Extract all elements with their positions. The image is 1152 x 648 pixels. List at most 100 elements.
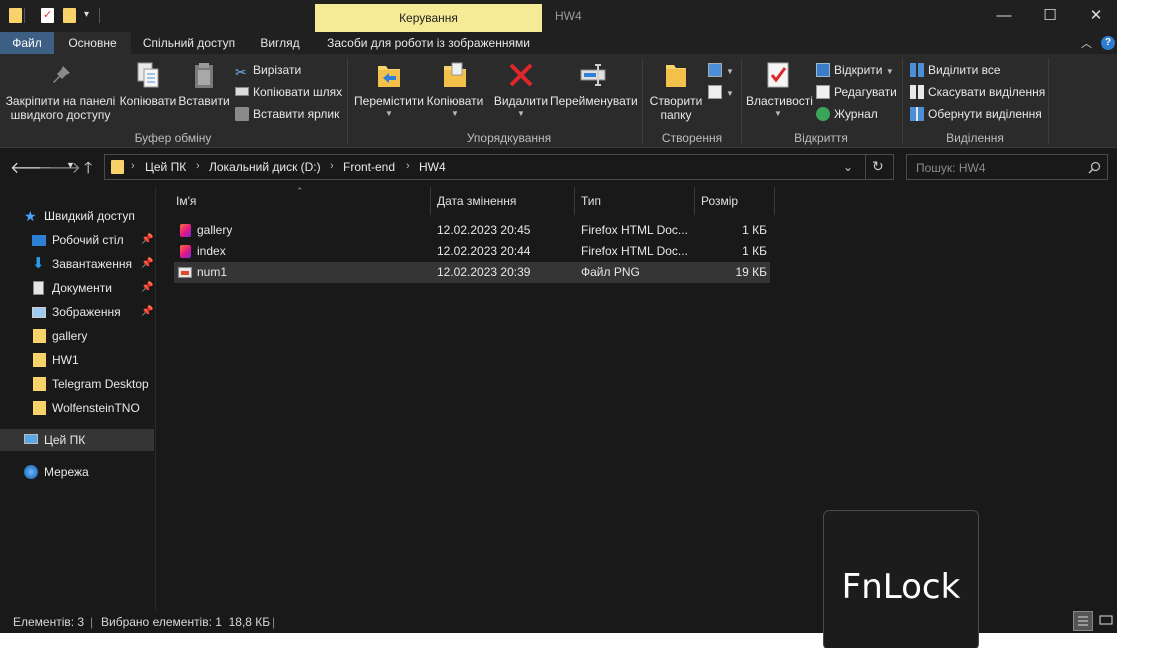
tab-file[interactable]: Файл [0, 32, 54, 54]
column-header-type[interactable]: Тип [575, 187, 695, 215]
select-all-label: Виділити все [928, 63, 1001, 77]
copy-button[interactable]: Копіювати [118, 60, 178, 108]
new-folder-button[interactable]: Створити папку [646, 60, 706, 122]
search-input[interactable]: Пошук: HW4 [906, 154, 1108, 180]
computer-icon [24, 434, 38, 444]
nav-label: Цей ПК [44, 433, 86, 447]
navigation-pane: ★ Швидкий доступ Робочий стіл 📌 ⬇ Завант… [0, 187, 156, 610]
nav-item-hw1[interactable]: HW1 [0, 349, 154, 371]
properties-icon[interactable]: ✓ [41, 8, 54, 23]
network-icon [24, 465, 38, 479]
open-button[interactable]: Відкрити ▼ [816, 63, 894, 77]
recent-locations-button[interactable]: ▼ [66, 160, 75, 170]
table-row[interactable]: index 12.02.2023 20:44 Firefox HTML Doc.… [174, 241, 770, 262]
nav-item-telegram-desktop[interactable]: Telegram Desktop [0, 373, 154, 395]
address-history-icon[interactable]: ⌄ [843, 160, 853, 174]
delete-button[interactable]: Видалити ▼ [492, 60, 550, 118]
delete-icon [506, 60, 536, 90]
nav-network[interactable]: Мережа [0, 461, 154, 483]
nav-item-pictures[interactable]: Зображення 📌 [0, 301, 154, 323]
divider [99, 8, 100, 23]
chevron-down-icon: ▼ [885, 67, 894, 76]
divider [155, 187, 156, 610]
document-icon [33, 281, 44, 295]
refresh-icon[interactable]: ↻ [872, 158, 884, 175]
new-folder-icon[interactable] [63, 8, 76, 23]
rename-icon [578, 60, 608, 90]
paste-button[interactable]: Вставити [178, 60, 230, 108]
pin-icon[interactable]: 📌 [141, 253, 153, 275]
address-bar[interactable]: › Цей ПК › Локальний диск (D:) › Front-e… [104, 154, 894, 180]
pin-quick-access-button[interactable]: Закріпити на панелі швидкого доступу [4, 60, 117, 122]
table-row[interactable]: gallery 12.02.2023 20:45 Firefox HTML Do… [174, 220, 770, 241]
maximize-button[interactable]: ☐ [1027, 0, 1073, 32]
invert-selection-button[interactable]: Обернути виділення [910, 107, 1042, 121]
status-selected: Вибрано елементів: 1 18,8 КБ [101, 615, 271, 629]
select-none-button[interactable]: Скасувати виділення [910, 85, 1045, 99]
divider [347, 58, 348, 144]
column-header-size[interactable]: Розмір [695, 187, 775, 215]
cut-label: Вирізати [253, 63, 302, 77]
copy-icon [133, 60, 163, 90]
up-button[interactable]: 🡑 [84, 157, 92, 184]
clipboard-icon [189, 60, 219, 90]
large-icons-view-icon [1099, 615, 1113, 625]
edit-button[interactable]: Редагувати [816, 85, 897, 99]
history-button[interactable]: Журнал [816, 107, 878, 121]
column-header-modified[interactable]: Дата змінення [431, 187, 575, 215]
collapse-ribbon-icon[interactable]: ︿ [1081, 35, 1092, 51]
nav-item-downloads[interactable]: ⬇ Завантаження 📌 [0, 253, 154, 275]
breadcrumb-drive-d[interactable]: Локальний диск (D:) [209, 160, 321, 174]
tab-share[interactable]: Спільний доступ [135, 32, 243, 54]
nav-label: Telegram Desktop [52, 377, 149, 391]
details-view-button[interactable] [1073, 611, 1093, 631]
tab-view[interactable]: Вигляд [250, 32, 310, 54]
pictures-icon [32, 307, 46, 318]
nav-quick-access[interactable]: ★ Швидкий доступ [0, 205, 154, 227]
nav-item-desktop[interactable]: Робочий стіл 📌 [0, 229, 154, 251]
context-tab-manage[interactable]: Керування [315, 4, 542, 32]
breadcrumb-this-pc[interactable]: Цей ПК [145, 160, 186, 174]
nav-label: Документи [52, 281, 112, 295]
pin-icon[interactable]: 📌 [141, 229, 153, 251]
pin-icon[interactable]: 📌 [141, 277, 153, 299]
rename-button[interactable]: Перейменувати [550, 60, 638, 108]
close-button[interactable]: ✕ [1073, 0, 1117, 32]
properties-button[interactable]: Властивості ▼ [746, 60, 813, 118]
customize-toolbar-icon[interactable]: ▾ [84, 9, 89, 20]
minimize-button[interactable]: — [981, 0, 1027, 32]
file-modified: 12.02.2023 20:45 [437, 223, 531, 237]
new-folder-label-1: Створити [649, 94, 703, 108]
tab-picture-tools[interactable]: Засоби для роботи із зображеннями [315, 32, 542, 54]
copy-path-button[interactable]: Копіювати шлях [235, 85, 342, 99]
nav-item-wolfensteintno[interactable]: WolfensteinTNO [0, 397, 154, 419]
new-item-button[interactable]: ▼ [708, 63, 734, 77]
cut-button[interactable]: ✂ Вирізати [235, 63, 301, 79]
new-item-icon [708, 63, 722, 77]
select-all-button[interactable]: Виділити все [910, 63, 1001, 77]
breadcrumb-separator: › [330, 160, 334, 172]
chevron-down-icon: ▼ [726, 67, 734, 76]
move-to-button[interactable]: Перемістити ▼ [353, 60, 425, 118]
pin-icon[interactable]: 📌 [141, 301, 153, 323]
column-header-name[interactable]: Ім'я [170, 187, 431, 215]
nav-item-gallery[interactable]: gallery [0, 325, 154, 347]
copy-label: Копіювати [119, 94, 177, 108]
png-file-icon [178, 267, 192, 278]
large-icons-view-button[interactable] [1097, 611, 1117, 631]
open-label: Відкрити [834, 63, 883, 77]
copy-to-button[interactable]: Копіювати ▼ [425, 60, 485, 118]
paste-shortcut-button[interactable]: Вставити ярлик [235, 107, 339, 121]
nav-label: gallery [52, 329, 88, 343]
breadcrumb-hw4[interactable]: HW4 [419, 160, 446, 174]
easy-access-button[interactable]: ▼ [708, 85, 734, 99]
nav-item-documents[interactable]: Документи 📌 [0, 277, 154, 299]
folder-icon [33, 353, 46, 367]
nav-this-pc[interactable]: Цей ПК [0, 429, 154, 451]
nav-label: Робочий стіл [52, 233, 124, 247]
table-row[interactable]: num1 12.02.2023 20:39 Файл PNG 19 КБ [174, 262, 770, 283]
breadcrumb-front-end[interactable]: Front-end [343, 160, 395, 174]
tab-home[interactable]: Основне [54, 32, 131, 54]
divider [1048, 58, 1049, 144]
help-icon[interactable]: ? [1101, 36, 1115, 50]
